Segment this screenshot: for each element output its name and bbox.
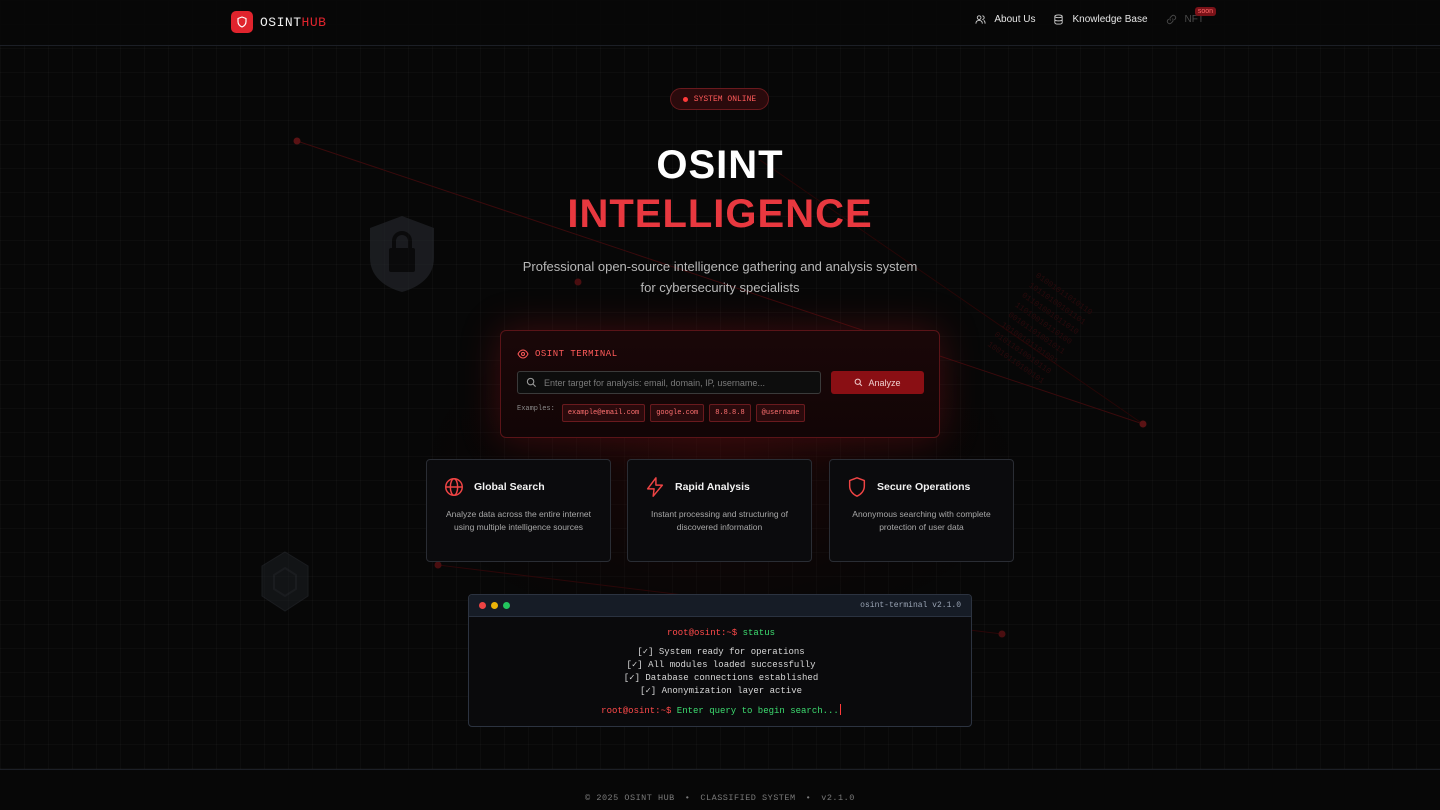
text-cursor [839,704,841,715]
brand-logo[interactable]: OSINTHUB [231,11,326,33]
feature-title: Rapid Analysis [675,481,750,493]
system-status-badge: SYSTEM ONLINE [670,88,769,110]
shield-icon [848,477,866,497]
footer-version: v2.1.0 [821,793,855,803]
database-icon [1054,14,1064,25]
search-field[interactable] [517,371,821,394]
terminal-window: osint-terminal v2.1.0 root@osint:~$ stat… [468,594,972,727]
examples-label: Examples: [517,405,555,413]
svg-text:01011010010110: 01011010010110 [992,331,1052,377]
footer-text: © 2025 OSINT HUB • CLASSIFIED SYSTEM • v2.1.… [585,793,855,803]
hero-title-line2: INTELLIGENCE [567,192,873,236]
feature-description: Anonymous searching with complete protec… [852,509,991,532]
status-dot-icon [682,96,688,102]
nav-knowledge-label: Knowledge Base [1072,14,1148,25]
terminal-output-line: [✓] All modules loaded successfully [626,660,816,670]
example-chip[interactable]: example@email.com [561,404,646,422]
svg-text:11010010110100: 11010010110100 [1013,301,1073,347]
feature-card-global-search: Global Search Analyze data across the en… [426,459,611,562]
hero-subtitle: Professional open-source intelligence ga… [470,256,970,298]
status-text: SYSTEM ONLINE [693,94,757,104]
svg-text:10100101101001: 10100101101001 [999,321,1059,367]
globe-icon [445,478,463,496]
brand-name: OSINTHUB [260,14,327,30]
close-dot-icon[interactable] [479,602,486,609]
page-footer: © 2025 OSINT HUB • CLASSIFIED SYSTEM • v2.1.… [0,769,1440,810]
terminal-output-line: [✓] System ready for operations [637,647,805,657]
link-icon [1166,14,1176,25]
minimize-dot-icon[interactable] [491,602,498,609]
footer-copyright: © 2025 OSINT HUB [585,793,675,803]
nav-knowledge-base[interactable]: Knowledge Base [1053,14,1148,25]
terminal-label: OSINT TERMINAL [517,348,618,360]
svg-text:00101101001011: 00101101001011 [1006,311,1066,357]
analyze-button[interactable]: Analyze [831,371,924,394]
svg-text:01101001011010: 01101001011010 [1020,291,1080,337]
terminal-titlebar: osint-terminal v2.1.0 [469,595,971,617]
soon-badge: soon [1194,7,1216,16]
search-icon [855,378,863,387]
analyze-button-label: Analyze [868,377,901,388]
subtitle-line1: Professional open-source intelligence ga… [522,259,918,274]
osint-terminal-card: OSINT TERMINAL Analyze Examples: example… [500,330,940,438]
feature-title: Global Search [474,481,545,493]
hexagon-icon [261,551,309,612]
examples-row: Examples: example@email.com google.com 8… [517,404,806,422]
nav-nft[interactable]: NFT soon [1166,7,1216,25]
users-icon [975,15,986,24]
nav-about-label: About Us [994,14,1036,25]
top-header: OSINTHUB About Us Knowledge Base NFT soo… [0,0,1440,46]
feature-description: Analyze data across the entire internet … [445,509,592,532]
search-input[interactable] [544,377,820,388]
terminal-command-line: root@osint:~$ status [666,628,776,638]
shield-logo-icon [231,11,253,33]
svg-text:10110100101101: 10110100101101 [1027,281,1087,327]
svg-text:10010110100101: 10010110100101 [985,340,1045,386]
eye-icon [517,349,529,359]
feature-card-rapid-analysis: Rapid Analysis Instant processing and st… [627,459,812,562]
feature-description: Instant processing and structuring of di… [650,509,789,532]
terminal-output-line: [✓] Anonymization layer active [639,686,803,696]
maximize-dot-icon[interactable] [503,602,510,609]
feature-title: Secure Operations [877,481,971,493]
feature-card-secure-operations: Secure Operations Anonymous searching wi… [829,459,1014,562]
nav-about-us[interactable]: About Us [975,14,1035,25]
search-icon [526,377,537,388]
example-chip[interactable]: @username [755,404,806,422]
terminal-input-line[interactable]: root@osint:~$ Enter query to begin searc… [469,704,971,716]
terminal-label-text: OSINT TERMINAL [535,349,618,359]
example-chip[interactable]: 8.8.8.8 [709,404,751,422]
lightning-icon [646,477,664,497]
example-chip[interactable]: google.com [650,404,705,422]
svg-text:01001011010110: 01001011010110 [1034,272,1094,318]
terminal-title: osint-terminal v2.1.0 [860,601,961,610]
main-nav: About Us Knowledge Base NFT soon [975,7,1216,25]
footer-classified: CLASSIFIED SYSTEM [700,793,796,803]
hero-title-line1: OSINT [656,143,784,187]
subtitle-line2: for cybersecurity specialists [640,280,800,295]
terminal-output-line: [✓] Database connections established [623,673,819,683]
